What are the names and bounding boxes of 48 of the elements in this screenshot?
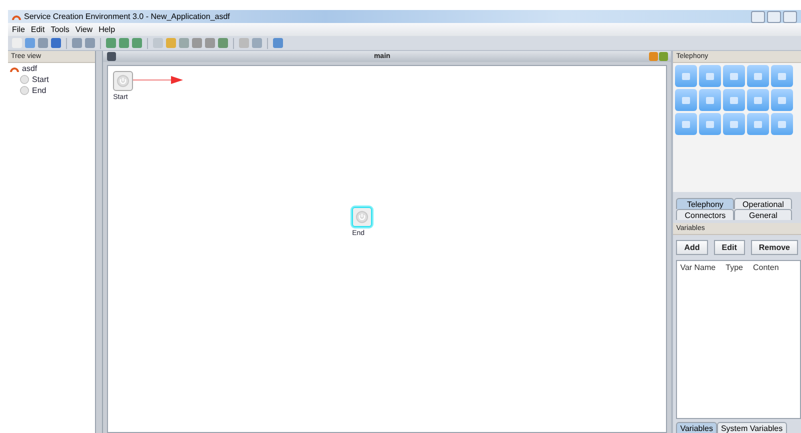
close-button[interactable] (783, 10, 797, 22)
tree-item[interactable]: End (32, 86, 46, 95)
palette-tool-icon[interactable] (723, 89, 746, 111)
palette-tool-icon[interactable] (699, 113, 722, 135)
flow-node[interactable] (113, 71, 134, 91)
palette-tool-icon[interactable] (771, 65, 794, 87)
menu-item[interactable]: Tools (50, 25, 70, 34)
menu-item[interactable]: View (75, 25, 93, 34)
palette-tool-icon[interactable] (771, 113, 794, 135)
palette-tab[interactable]: Operational (734, 198, 792, 209)
restore-button[interactable] (659, 52, 668, 61)
menu-item[interactable]: File (12, 25, 25, 34)
app-logo-icon (12, 14, 21, 20)
palette-tool-icon[interactable] (699, 65, 722, 87)
palette-tool-icon[interactable] (747, 113, 770, 135)
dropdown-button[interactable] (107, 52, 116, 61)
variables-tab[interactable]: Variables (676, 422, 717, 433)
palette-tool-icon[interactable] (747, 89, 770, 111)
toolbar-tool-icon[interactable] (273, 38, 283, 48)
maximize-button[interactable] (767, 10, 781, 22)
palette-tab[interactable]: Connectors (676, 209, 734, 220)
column-header: Type (726, 263, 743, 272)
palette-tab[interactable]: Telephony (676, 198, 734, 209)
palette-tool-icon[interactable] (723, 113, 746, 135)
minimize-button[interactable] (649, 52, 658, 61)
palette-tool-icon[interactable] (699, 89, 722, 111)
variable-button[interactable]: Edit (714, 240, 745, 255)
window-title: Service Creation Environment 3.0 - New_Application_asdf (24, 12, 230, 21)
variable-button[interactable]: Remove (750, 240, 798, 255)
variables-tab[interactable]: System Variables (716, 422, 787, 433)
column-header: Var Name (680, 263, 716, 272)
palette-tool-icon[interactable] (723, 65, 746, 87)
flow-node[interactable] (352, 207, 372, 227)
menu-item[interactable]: Help (98, 25, 116, 34)
variable-button[interactable]: Add (676, 240, 708, 255)
palette-tool-icon[interactable] (771, 89, 794, 111)
palette-tool-icon[interactable] (675, 65, 698, 87)
column-header: Conten (752, 263, 779, 272)
palette-tool-icon[interactable] (675, 113, 698, 135)
connector-arrow (133, 76, 184, 84)
palette-tool-icon[interactable] (675, 89, 698, 111)
tree-item[interactable]: Start (32, 75, 49, 84)
palette-tool-icon[interactable] (747, 65, 770, 87)
minimize-button[interactable] (751, 10, 765, 22)
menu-item[interactable]: Edit (30, 25, 45, 34)
app-logo-icon (10, 66, 19, 72)
tree-item[interactable]: asdf (22, 64, 38, 73)
palette-tab[interactable]: General (734, 209, 792, 220)
